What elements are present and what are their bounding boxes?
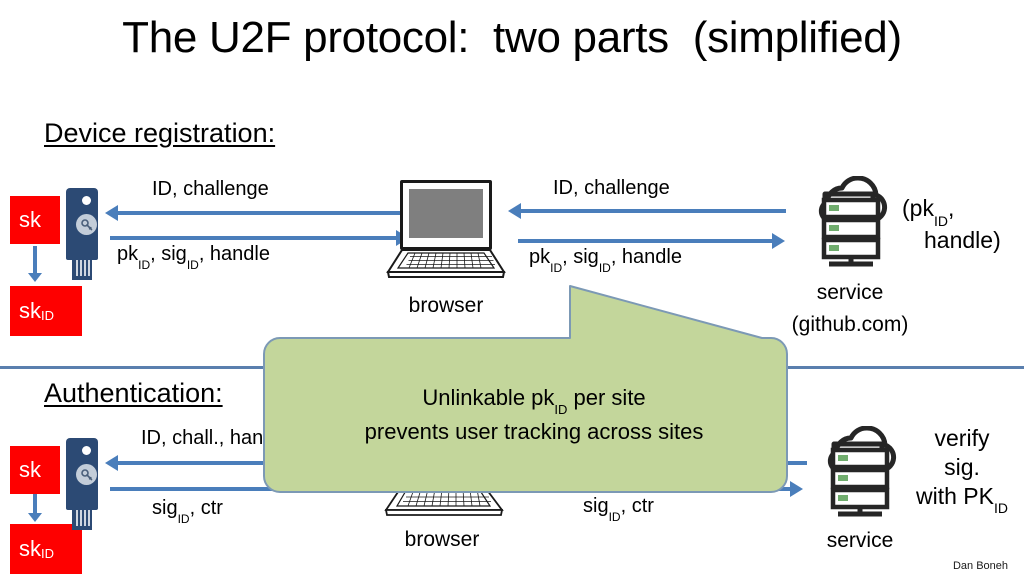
verify-pk-sub: ID [993,500,1008,517]
verify-line-3: with PKID [900,482,1024,517]
callout-line-2: prevents user tracking across sites [364,419,704,445]
message-sub-sig: ID [598,261,611,275]
key-icon [80,468,92,480]
message-label-id-challenge-left: ID, challenge [152,178,269,201]
verify-line-1: verify [934,425,990,451]
security-key-body [66,438,98,510]
callout-text: Unlinkable pkID per site prevents user t… [282,382,786,448]
cloud-server-icon-authentication [812,426,904,518]
message-text-handle: , handle [610,246,682,268]
service-label-registration: service [780,281,920,305]
message-text-sig: , sig [562,246,599,268]
message-sub-sig: ID [177,512,190,526]
section-heading-authentication: Authentication: [44,378,223,408]
security-key-usb-connector [72,256,92,280]
message-text-ctr: , ctr [189,497,223,519]
verify-with-pk: with PK [916,482,994,509]
stored-record-line2: handle) [924,227,1001,254]
section-heading-registration: Device registration: [44,118,276,148]
message-text: ID, challenge [553,177,670,199]
stored-record-note: (pkID, handle) [902,194,1001,255]
secret-key-box-registration: sk [10,196,60,244]
derived-key-subscript: ID [41,545,54,561]
derived-key-box-registration: sk ID [10,286,82,336]
service-label-text: service [816,281,884,304]
arrow-service-to-browser-registration [520,209,786,213]
stored-record-sub: ID [933,212,948,229]
message-label-sig-ctr-left: sigID, ctr [152,497,223,526]
arrow-browser-to-service-registration [518,239,774,243]
security-key-hole [82,446,91,455]
slide-canvas: The U2F protocol: two parts (simplified)… [0,0,1024,576]
laptop-base [384,248,508,278]
security-key-touch-disc [76,464,97,485]
message-text: ID, challenge [152,178,269,200]
arrow-head-to-service-registration [772,233,785,249]
derived-key-label: sk [19,298,41,323]
service-domain-text: (github.com) [791,313,909,336]
security-key-touch-disc [76,214,97,235]
callout-line1-sub: ID [554,402,568,418]
derive-arrow-head-registration [28,273,42,282]
callout-line-1: Unlinkable pkID per site [282,382,786,418]
message-text-sig: , sig [150,243,187,265]
verify-line-2: sig. [944,453,980,480]
message-sub-sig: ID [186,258,199,272]
callout-line1-b: per site [567,385,646,410]
secret-key-label: sk [19,207,41,232]
message-text-pk: pk [117,243,139,265]
derived-key-label: sk [19,536,41,561]
derive-arrow-head-authentication [28,513,42,522]
verify-signature-note: verify sig. with PKID [900,424,1024,517]
message-label-pk-sig-handle-right: pkID, sigID, handle [529,246,682,275]
laptop-screen [409,189,483,238]
browser-caption-text: browser [404,528,480,551]
laptop-lid [400,180,492,250]
author-credit: Dan Boneh [952,560,1008,572]
security-key-body [66,188,98,260]
message-label-pk-sig-handle-left: pkID, sigID, handle [117,243,270,272]
derive-arrow-stem-authentication [33,494,37,514]
derived-key-subscript: ID [41,307,54,323]
browser-caption-authentication: browser [380,528,504,552]
stored-record-pk: (pk [902,195,934,221]
stored-record-comma: , [947,195,955,221]
message-sub-pk: ID [138,258,151,272]
key-icon [80,218,92,230]
message-text-handle: , handle [198,243,270,265]
message-label-id-challenge-right: ID, challenge [553,177,670,200]
message-sub-sig: ID [608,510,621,524]
secret-key-box-authentication: sk [10,446,60,494]
arrow-key-to-browser-registration [110,236,398,240]
page-title: The U2F protocol: two parts (simplified) [122,13,902,62]
secret-key-label: sk [19,457,41,482]
security-key-usb-connector [72,506,92,530]
message-text-sig: sig [152,497,178,519]
stored-record-line1: (pkID, [902,194,1001,229]
service-label-authentication: service [790,529,930,553]
message-text-pk: pk [529,246,551,268]
laptop-icon-registration [384,180,508,280]
arrow-browser-to-key-registration [117,211,407,215]
derive-arrow-stem-registration [33,246,37,274]
security-key-icon-authentication [62,438,102,534]
security-key-hole [82,196,91,205]
callout-line1-a: Unlinkable pk [422,385,555,410]
security-key-icon [62,188,102,284]
message-sub-pk: ID [550,261,563,275]
service-label-text: service [826,529,894,552]
cloud-server-icon-registration [803,176,895,268]
